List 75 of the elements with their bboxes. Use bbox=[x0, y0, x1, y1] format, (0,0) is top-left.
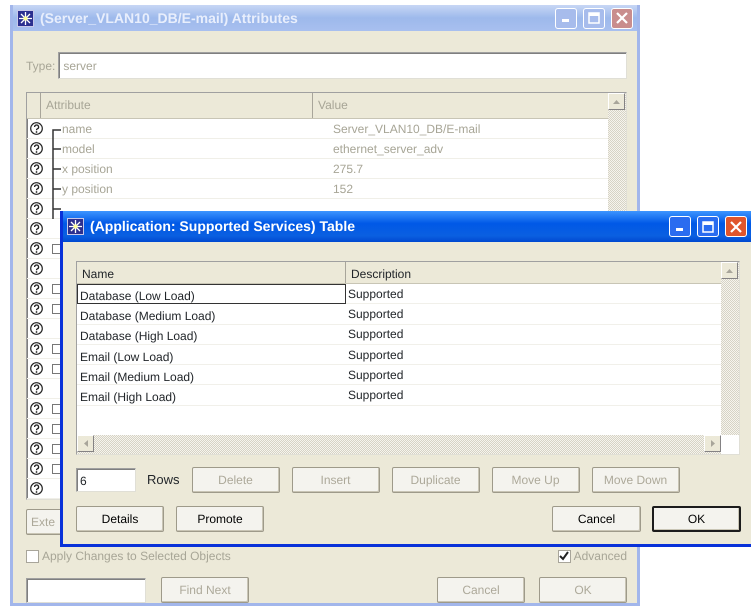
attribute-name: name bbox=[62, 120, 94, 138]
maximize-icon bbox=[588, 12, 600, 24]
help-icon bbox=[30, 382, 43, 395]
minimize-button[interactable] bbox=[669, 216, 691, 237]
app-icon bbox=[67, 218, 84, 235]
help-icon bbox=[30, 222, 43, 235]
table-cell[interactable]: Database (High Load) bbox=[77, 324, 346, 344]
help-icon bbox=[30, 462, 43, 475]
table-cell[interactable]: Database (Low Load) bbox=[77, 284, 346, 304]
tree-line bbox=[52, 178, 61, 198]
app-icon bbox=[17, 10, 34, 26]
button[interactable]: Cancel bbox=[552, 506, 641, 532]
table-cell[interactable]: Supported bbox=[346, 384, 406, 406]
help-icon bbox=[30, 362, 43, 375]
field-label: Rows bbox=[147, 471, 180, 490]
table-cell[interactable]: Supported bbox=[346, 323, 406, 346]
help-icon bbox=[30, 322, 43, 335]
attribute-value: ethernet_server_adv bbox=[333, 140, 444, 158]
column-header[interactable]: Description bbox=[346, 262, 721, 283]
check-icon bbox=[559, 551, 570, 561]
table-cell[interactable]: Email (Low Load) bbox=[77, 344, 346, 365]
maximize-icon bbox=[702, 220, 714, 232]
attribute-name: x position bbox=[62, 160, 114, 178]
button[interactable]: Details bbox=[76, 506, 164, 532]
search-field[interactable] bbox=[26, 578, 146, 602]
tree-line bbox=[52, 158, 61, 178]
attribute-name: y position bbox=[62, 180, 114, 198]
scrollbar[interactable] bbox=[77, 435, 721, 454]
field-label: Type: bbox=[26, 58, 56, 74]
button[interactable]: OK bbox=[652, 506, 741, 532]
close-icon bbox=[730, 220, 742, 232]
table-cell[interactable]: Email (Medium Load) bbox=[77, 364, 346, 385]
close-icon bbox=[616, 12, 628, 24]
attribute-name: model bbox=[62, 140, 96, 158]
table-cell[interactable]: Supported bbox=[346, 364, 406, 386]
checkbox[interactable] bbox=[26, 550, 39, 562]
scrollbar[interactable] bbox=[721, 262, 739, 435]
help-icon bbox=[30, 182, 43, 195]
right-arrow-icon bbox=[710, 440, 714, 447]
up-arrow-icon bbox=[613, 100, 620, 104]
checkbox[interactable] bbox=[558, 550, 571, 562]
checkbox-label: Apply Changes to Selected Objects bbox=[42, 548, 231, 565]
column-header[interactable]: Name bbox=[77, 262, 346, 283]
help-icon bbox=[30, 442, 43, 455]
help-icon bbox=[30, 402, 43, 415]
help-icon bbox=[30, 302, 43, 315]
attribute-value: Server_VLAN10_DB/E-mail bbox=[333, 120, 480, 138]
button[interactable]: Promote bbox=[176, 506, 264, 532]
table-cell[interactable]: Supported bbox=[346, 344, 406, 366]
help-icon bbox=[30, 142, 43, 155]
help-icon bbox=[30, 122, 43, 135]
table-cell[interactable]: Supported bbox=[346, 282, 406, 305]
checkbox-label: Advanced bbox=[574, 548, 627, 565]
table-cell[interactable]: Supported bbox=[346, 302, 406, 325]
help-icon bbox=[30, 262, 43, 275]
table-cell[interactable]: Email (High Load) bbox=[77, 385, 346, 406]
row-count-field[interactable]: 6 bbox=[76, 468, 136, 492]
attribute-value: 152 bbox=[333, 180, 354, 198]
up-arrow-icon bbox=[726, 268, 733, 272]
maximize-button[interactable] bbox=[697, 216, 719, 237]
attribute-value: 275.7 bbox=[333, 160, 364, 178]
close-button[interactable] bbox=[725, 216, 747, 237]
help-icon bbox=[30, 202, 43, 215]
table-cell[interactable]: Database (Medium Load) bbox=[77, 304, 346, 324]
help-icon bbox=[30, 342, 43, 355]
help-icon bbox=[30, 282, 43, 295]
help-icon bbox=[30, 162, 43, 175]
window-title: (Server_VLAN10_DB/E-mail) Attributes bbox=[40, 8, 298, 28]
left-arrow-icon bbox=[84, 440, 88, 447]
window-title: (Application: Supported Services) Table bbox=[90, 217, 356, 236]
close-button[interactable] bbox=[611, 8, 633, 28]
help-icon bbox=[30, 422, 43, 435]
help-icon bbox=[30, 482, 43, 495]
tree-line bbox=[52, 198, 61, 218]
help-icon bbox=[30, 242, 43, 255]
